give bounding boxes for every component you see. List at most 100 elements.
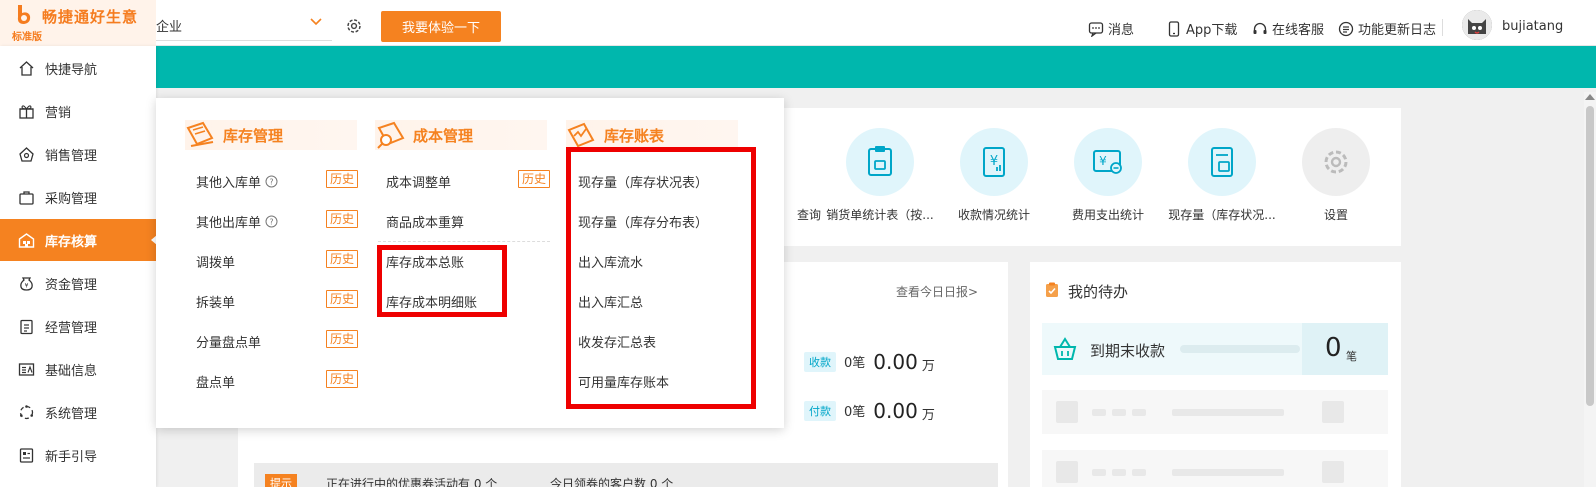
- quick-nav-receipt-stats[interactable]: ¥ 收款情况统计: [934, 128, 1054, 223]
- help-icon[interactable]: ?: [265, 175, 278, 188]
- username[interactable]: bujiatang: [1502, 19, 1563, 34]
- receipt-stats-icon: ¥: [960, 128, 1028, 196]
- expense-stats-icon: ¥: [1074, 128, 1142, 196]
- quick-nav-sales-stats[interactable]: 销货单统计表（按...: [820, 128, 940, 223]
- svg-text:¥: ¥: [990, 154, 998, 169]
- menu-item-cost-adjustment[interactable]: 成本调整单: [386, 172, 451, 191]
- sidebar-item-basic-info[interactable]: 基础信息: [0, 348, 156, 390]
- cat-avatar-icon: [1462, 10, 1492, 40]
- quick-nav-label: 现存量（库存状况...: [1168, 208, 1276, 222]
- update-log-button[interactable]: 功能更新日志: [1338, 19, 1436, 38]
- sidebar-item-purchase[interactable]: 采购管理: [0, 176, 156, 218]
- history-button[interactable]: 历史: [326, 170, 359, 188]
- messages-label: 消息: [1108, 23, 1135, 38]
- todo-item-count-unit: 笔: [1346, 350, 1357, 363]
- tips-coupon-customers[interactable]: 今日领券的客户数 0 个: [550, 475, 673, 487]
- history-button[interactable]: 历史: [326, 250, 359, 268]
- sidebar-item-sales[interactable]: 销售管理: [0, 133, 156, 175]
- menu-divider: [378, 241, 550, 242]
- company-select-underline: [156, 40, 332, 41]
- menu-column-cost-management: 成本管理: [375, 120, 547, 150]
- menu-item-label: 盘点单: [196, 376, 236, 391]
- sidebar-item-label: 资金管理: [45, 277, 98, 293]
- menu-item-other-outbound[interactable]: 其他出库单 ?: [196, 212, 278, 231]
- highlight-box-cost-ledgers: [377, 245, 507, 317]
- sales-stats-icon: [846, 128, 914, 196]
- gift-icon: [19, 104, 34, 119]
- online-service-button[interactable]: 在线客服: [1252, 19, 1324, 38]
- menu-item-label: 成本调整单: [386, 176, 452, 191]
- tips-coupon-activities[interactable]: 正在进行中的优惠券活动有 0 个: [326, 475, 497, 487]
- menu-item-cost-recalc[interactable]: 商品成本重算: [386, 212, 464, 231]
- stock-status-icon: [1188, 128, 1256, 196]
- sidebar-item-quick-nav[interactable]: 快捷导航: [0, 47, 156, 89]
- history-button[interactable]: 历史: [326, 290, 359, 308]
- system-icon: [19, 404, 34, 419]
- history-button[interactable]: 历史: [326, 210, 359, 228]
- settings-icon: [1302, 128, 1370, 196]
- chevron-down-icon[interactable]: [309, 17, 323, 27]
- view-daily-report-link[interactable]: 查看今日日报>: [896, 283, 978, 300]
- skeleton-block: [1112, 469, 1126, 476]
- avatar[interactable]: [1462, 10, 1492, 40]
- try-now-button[interactable]: 我要体验一下: [381, 11, 501, 42]
- menu-item-label: 其他出库单: [196, 216, 262, 231]
- quick-nav-label: 收款情况统计: [957, 208, 1030, 222]
- inventory-management-icon: [186, 121, 214, 147]
- app-download-button[interactable]: App下载: [1166, 19, 1237, 38]
- scrollbar-thumb[interactable]: [1586, 106, 1594, 406]
- receipt-count: 0笔: [844, 356, 866, 371]
- history-button[interactable]: 历史: [326, 370, 359, 388]
- sidebar-item-system[interactable]: 系统管理: [0, 391, 156, 433]
- top-bar: 畅捷通好生意 标准版 企业 我要体验一下 消息 App下载 在线客服 功能更新日…: [0, 0, 1596, 46]
- skeleton-block: [1092, 469, 1106, 476]
- menu-item-other-inbound[interactable]: 其他入库单 ?: [196, 172, 278, 191]
- home-icon: [19, 60, 34, 76]
- skeleton-block: [1056, 461, 1078, 483]
- company-select[interactable]: 企业: [156, 16, 182, 35]
- payment-count: 0笔: [844, 405, 866, 420]
- history-button[interactable]: 历史: [518, 170, 551, 188]
- menu-item-assembly[interactable]: 拆装单: [196, 292, 235, 311]
- quick-nav-label: 设置: [1323, 208, 1348, 222]
- money-icon: ¥: [20, 276, 33, 291]
- sidebar-item-guide[interactable]: 新手引导: [0, 434, 156, 476]
- receipt-summary-row: 收款 0笔 0.00 万: [804, 349, 935, 374]
- sidebar-item-funds[interactable]: ¥ 资金管理: [0, 262, 156, 304]
- gear-icon[interactable]: [345, 17, 363, 35]
- sales-icon: [19, 146, 34, 162]
- guide-icon: [19, 447, 34, 463]
- basket-icon: [1053, 337, 1077, 360]
- svg-text:¥: ¥: [1099, 154, 1107, 168]
- history-button[interactable]: 历史: [326, 330, 359, 348]
- sidebar-item-inventory[interactable]: 库存核算: [0, 219, 157, 261]
- help-icon[interactable]: ?: [265, 215, 278, 228]
- menu-item-label: 其他入库单: [196, 176, 262, 191]
- menu-item-label: 商品成本重算: [386, 216, 465, 231]
- todo-count-box: [1302, 323, 1388, 375]
- tips-tag: 提示: [265, 474, 297, 487]
- app-download-label: App下载: [1186, 23, 1238, 38]
- phone-icon: [1168, 20, 1180, 37]
- sidebar-item-marketing[interactable]: 营销: [0, 90, 156, 132]
- quick-nav-expense-stats[interactable]: ¥ 费用支出统计: [1048, 128, 1168, 223]
- sidebar-item-label: 新手引导: [45, 449, 98, 465]
- menu-column-title: 库存管理: [223, 126, 284, 145]
- skeleton-block: [1172, 409, 1284, 416]
- menu-item-transfer[interactable]: 调拨单: [196, 252, 235, 271]
- messages-button[interactable]: 消息: [1088, 19, 1134, 38]
- sidebar: 快捷导航 营销 销售管理 采购管理 库存核算 ¥ 资金管理 经营管理 基础信息 …: [0, 46, 157, 487]
- brand-name: 畅捷通好生意: [42, 8, 139, 26]
- skeleton-block: [1322, 461, 1344, 483]
- scroll-up-arrow-icon[interactable]: [1585, 94, 1595, 100]
- skeleton-block: [1056, 401, 1078, 423]
- menu-item-partial-count[interactable]: 分量盘点单: [196, 332, 261, 351]
- sidebar-item-operations[interactable]: 经营管理: [0, 305, 156, 347]
- payment-tag: 付款: [804, 400, 836, 421]
- quick-nav-settings[interactable]: 设置: [1276, 128, 1396, 223]
- clipboard-icon: [20, 319, 33, 334]
- quick-nav-stock-status[interactable]: 现存量（库存状况...: [1162, 128, 1282, 223]
- menu-item-stocktake[interactable]: 盘点单: [196, 372, 235, 391]
- brand-logo[interactable]: 畅捷通好生意 标准版: [0, 0, 156, 46]
- info-card-icon: [18, 362, 35, 376]
